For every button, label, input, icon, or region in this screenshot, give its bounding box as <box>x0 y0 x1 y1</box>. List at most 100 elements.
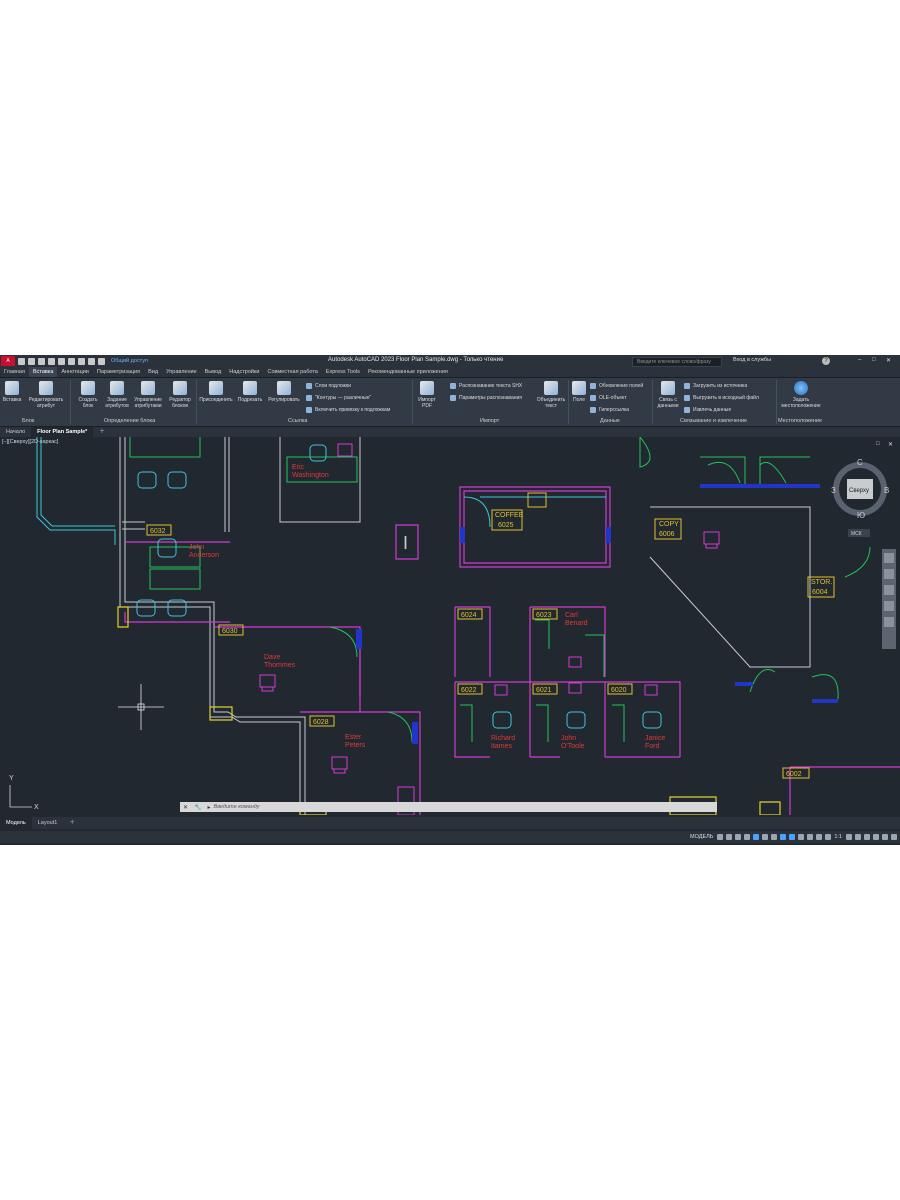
help-icon[interactable]: ? <box>822 357 830 365</box>
sign-in-button[interactable]: Вход в службы <box>733 357 771 363</box>
hyperlink-button[interactable]: Гиперссылка <box>590 407 629 413</box>
orbit-icon[interactable] <box>884 601 894 611</box>
snap-underlays-toggle[interactable]: Включить привязку к подложкам <box>306 407 390 413</box>
recognition-settings-button[interactable]: Параметры распознавания <box>450 395 522 401</box>
units-icon[interactable] <box>864 834 870 840</box>
isodraft-icon[interactable] <box>771 834 778 840</box>
panel-label-import[interactable]: Импорт <box>480 418 499 424</box>
zoom-icon[interactable] <box>884 585 894 595</box>
tab-start[interactable]: Начало <box>0 427 31 437</box>
tab-insert[interactable]: Вставка <box>28 367 58 377</box>
tab-featured-apps[interactable]: Рекомендованные приложения <box>364 367 452 377</box>
panel-label-location[interactable]: Местоположение <box>778 418 822 424</box>
viewcube-east[interactable]: В <box>884 486 889 495</box>
viewport-controls[interactable]: [–][Сверху][2D-каркас] <box>2 439 58 445</box>
upload-to-source-button[interactable]: Выгрузить в исходный файл <box>684 395 759 401</box>
extract-data-button[interactable]: Извлечь данные <box>684 407 731 413</box>
selection-cycling-icon[interactable] <box>816 834 823 840</box>
field-button[interactable]: Поле <box>570 381 588 403</box>
minimize-icon[interactable]: – <box>858 357 861 363</box>
tab-addins[interactable]: Надстройки <box>225 367 263 377</box>
hardware-acceleration-icon[interactable] <box>873 834 879 840</box>
tab-home[interactable]: Главная <box>0 367 29 377</box>
panel-label-data[interactable]: Данные <box>600 418 620 424</box>
viewcube-north[interactable]: С <box>857 458 863 467</box>
maximize-icon[interactable]: □ <box>872 357 876 363</box>
panel-label-reference[interactable]: Ссылка <box>288 418 307 424</box>
set-location-button[interactable]: Задать местоположение <box>778 381 824 409</box>
steering-wheel-icon[interactable] <box>884 553 894 563</box>
close-icon[interactable]: ✕ <box>886 357 891 364</box>
transparency-icon[interactable] <box>807 834 814 840</box>
clean-screen-icon[interactable] <box>882 834 888 840</box>
block-editor-button[interactable]: Редактор блоков <box>166 381 194 409</box>
adjust-button[interactable]: Регулировать <box>266 381 302 403</box>
define-attributes-button[interactable]: Задание атрибутов <box>103 381 131 409</box>
web-mobile-icon[interactable] <box>58 357 65 365</box>
viewcube[interactable]: Сверху С Ю З В МСК <box>831 458 889 537</box>
model-space-button[interactable]: МОДЕЛЬ <box>690 834 713 840</box>
tab-manage[interactable]: Управление <box>162 367 201 377</box>
clip-button[interactable]: Подрезать <box>236 381 264 403</box>
grid-icon[interactable] <box>717 834 724 840</box>
pan-icon[interactable] <box>884 569 894 579</box>
drawing-canvas[interactable]: I 6032 6030 6028 COFFEE 6025 6024 6023 6… <box>0 436 900 816</box>
tab-layout1[interactable]: Layout1 <box>32 817 64 829</box>
shx-recognition-button[interactable]: Распознавание текста SHX <box>450 383 522 389</box>
tab-collaborate[interactable]: Совместная работа <box>263 367 321 377</box>
frames-dropdown[interactable]: "Контуры — различные" <box>306 395 371 401</box>
viewport-maximize-icon[interactable]: □ <box>876 441 880 447</box>
undo-icon[interactable] <box>88 357 95 365</box>
download-from-source-button[interactable]: Загрузить из источника <box>684 383 747 389</box>
edit-attribute-button[interactable]: Редактировать атрибут <box>26 381 66 409</box>
viewcube-south[interactable]: Ю <box>857 511 865 520</box>
open-file-icon[interactable] <box>28 357 35 365</box>
combine-text-button[interactable]: Объединить текст <box>534 381 568 409</box>
save-icon[interactable] <box>38 357 45 365</box>
plot-icon[interactable] <box>68 357 75 365</box>
underlay-layers-button[interactable]: Слои подложки <box>306 383 351 389</box>
lineweight-icon[interactable] <box>798 834 805 840</box>
showmotion-icon[interactable] <box>884 617 894 627</box>
create-block-button[interactable]: Создать блок <box>74 381 102 409</box>
app-menu-button[interactable]: A CAD <box>1 356 15 374</box>
annotation-visibility-icon[interactable] <box>825 834 832 840</box>
share-button[interactable]: Общий доступ <box>111 358 148 364</box>
workspace-gear-icon[interactable] <box>846 834 852 840</box>
new-tab-button[interactable]: ＋ <box>93 427 111 437</box>
insert-block-button[interactable]: Вставка <box>2 381 22 403</box>
object-snap-icon[interactable] <box>789 834 796 840</box>
data-link-button[interactable]: Связь с данными <box>654 381 682 409</box>
customization-menu-icon[interactable] <box>891 834 897 840</box>
navigation-bar[interactable] <box>882 549 896 649</box>
update-fields-button[interactable]: Обновление полей <box>590 383 643 389</box>
panel-label-block[interactable]: Блок <box>22 418 34 424</box>
tab-annotate[interactable]: Аннотации <box>57 367 93 377</box>
print-icon[interactable] <box>78 357 85 365</box>
annotation-scale[interactable]: 1:1 <box>834 834 842 840</box>
tab-floor-plan-sample[interactable]: Floor Plan Sample* <box>31 427 94 437</box>
save-as-icon[interactable] <box>48 357 55 365</box>
add-layout-button[interactable]: ＋ <box>63 817 81 829</box>
object-snap-tracking-icon[interactable] <box>780 834 787 840</box>
tab-output[interactable]: Вывод <box>201 367 226 377</box>
import-pdf-button[interactable]: Импорт PDF <box>414 381 440 409</box>
search-input[interactable]: Введите ключевое слово/фразу <box>632 357 722 367</box>
new-file-icon[interactable] <box>18 357 25 365</box>
tab-express-tools[interactable]: Express Tools <box>322 367 364 377</box>
snap-mode-icon[interactable] <box>726 834 733 840</box>
tab-model[interactable]: Модель <box>0 817 32 829</box>
viewcube-west[interactable]: З <box>831 486 836 495</box>
ortho-icon[interactable] <box>753 834 760 840</box>
panel-label-linking[interactable]: Связывание и извлечение <box>680 418 747 424</box>
infer-constraints-icon[interactable] <box>735 834 742 840</box>
command-line[interactable]: ✕ 🔧 ▸ Введите команду <box>180 802 717 812</box>
ole-object-button[interactable]: OLE-объект <box>590 395 627 401</box>
polar-tracking-icon[interactable] <box>762 834 769 840</box>
command-input[interactable]: Введите команду <box>214 804 260 810</box>
floor-plan-drawing[interactable]: I 6032 6030 6028 COFFEE 6025 6024 6023 6… <box>0 436 900 816</box>
tab-view[interactable]: Вид <box>144 367 162 377</box>
command-close-icon[interactable]: ✕ <box>180 804 191 811</box>
manage-attributes-button[interactable]: Управление атрибутами <box>132 381 164 409</box>
command-settings-icon[interactable]: 🔧 <box>191 804 204 811</box>
